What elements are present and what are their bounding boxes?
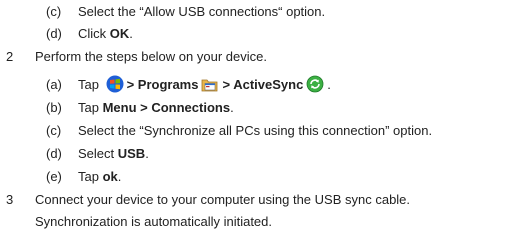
note-text: Synchronization is automatically initiat… (35, 214, 273, 229)
step-text-post: . (117, 169, 122, 184)
step-text: Connect your device to your computer usi… (35, 192, 411, 207)
step-text-pre: Tap (78, 169, 103, 184)
step-text: Perform the steps below on your device. (35, 49, 267, 64)
ok-label: OK (109, 26, 130, 41)
step-text-post: . (145, 146, 149, 161)
instructions-page: (c) Select the “Allow USB connections“ o… (0, 0, 528, 249)
step-text: Select USB. (78, 144, 149, 164)
step-text: Tap Menu > Connections. (78, 98, 234, 118)
step-3-note: Synchronization is automatically initiat… (35, 212, 272, 232)
windows-start-icon (106, 75, 124, 99)
step-text-pre: Click (78, 26, 110, 41)
activesync-label: > ActiveSync (222, 77, 304, 92)
step-text: Tap ok. (78, 167, 121, 187)
step-text-pre: Tap (78, 100, 103, 115)
step-marker: (c) (46, 123, 62, 138)
step-marker: (c) (46, 4, 62, 19)
step-marker: (d) (46, 26, 62, 41)
step-text-post: . (230, 100, 234, 115)
step-marker: (b) (46, 100, 62, 115)
step-text: Select the “Allow USB connections“ optio… (78, 4, 326, 19)
step-number: 3 (6, 192, 14, 207)
programs-folder-icon (201, 77, 219, 99)
usb-label: USB (117, 146, 146, 161)
step-text-post: . (129, 26, 133, 41)
step-text: Tap > Programs > ActiveSync. (78, 75, 331, 99)
step-text-post: . (327, 77, 331, 92)
step-text-pre: Select (78, 146, 118, 161)
step-marker: (d) (46, 146, 62, 161)
step-marker: (a) (46, 77, 62, 92)
menu-connections-label: Menu > Connections (102, 100, 231, 115)
activesync-icon (306, 75, 324, 99)
step-text: Click OK. (78, 24, 133, 44)
step-text: Select the “Synchronize all PCs using th… (78, 123, 433, 138)
programs-label: > Programs (126, 77, 199, 92)
step-text-pre: Tap (78, 77, 103, 92)
step-number: 2 (6, 49, 14, 64)
ok-label: ok (102, 169, 118, 184)
step-marker: (e) (46, 169, 62, 184)
